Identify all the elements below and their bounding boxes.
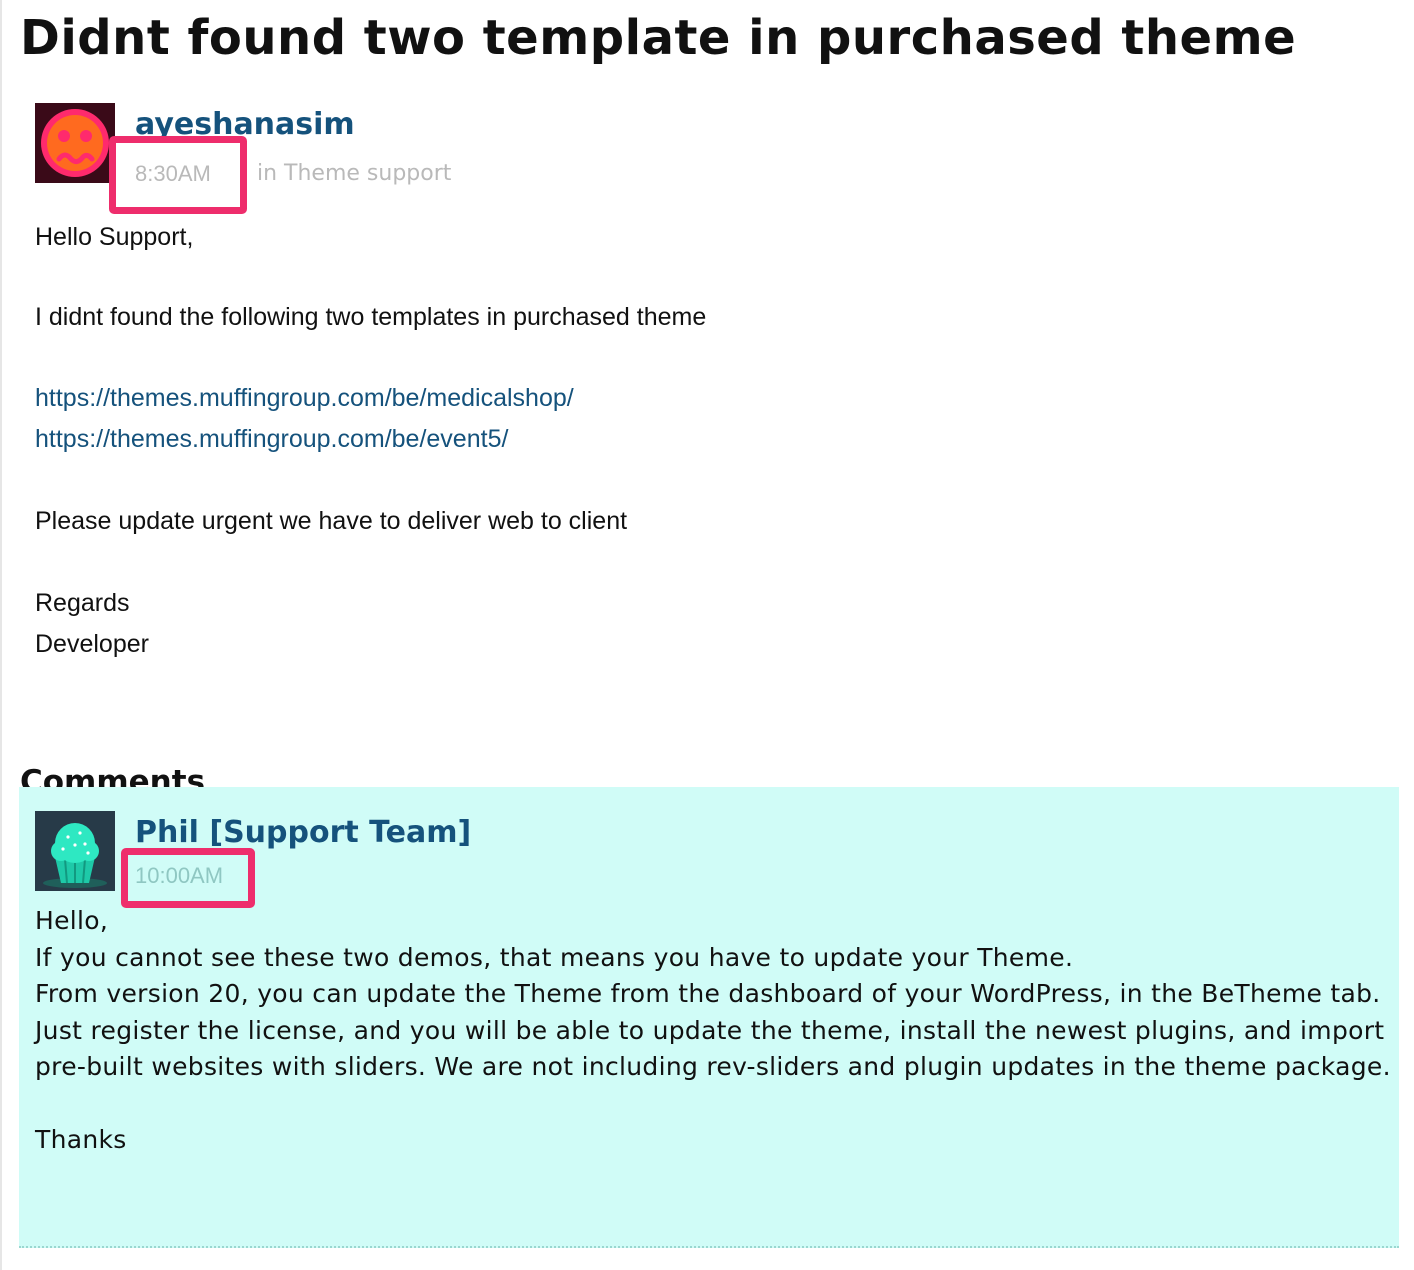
comment-line: Just register the license, and you will … — [35, 1015, 1385, 1045]
comment-line: Hello, — [35, 906, 109, 935]
post-signoff: Regards — [35, 589, 130, 617]
comment-line: From version 20, you can update the Them… — [35, 979, 1381, 1008]
post-link-medicalshop[interactable]: https://themes.muffingroup.com/be/medica… — [35, 378, 574, 419]
comment-item: Phil [Support Team] 10:00AM Hello, If yo… — [19, 787, 1399, 1248]
comment-line: If you cannot see these two demos, that … — [35, 942, 1074, 972]
sad-face-avatar-icon[interactable] — [35, 103, 115, 183]
comment-body: Hello, If you cannot see these two demos… — [35, 903, 1391, 1159]
post-link-event5[interactable]: https://themes.muffingroup.com/be/event5… — [35, 419, 508, 460]
page-border — [0, 0, 2, 1270]
comment-time-highlight — [121, 848, 255, 908]
post-time-highlight — [109, 136, 247, 214]
cupcake-avatar-icon[interactable] — [35, 811, 115, 891]
post-request: Please update urgent we have to deliver … — [35, 507, 628, 535]
comment-line: pre-built websites with sliders. We are … — [35, 1052, 1391, 1081]
post-signature: Developer — [35, 630, 149, 658]
post-paragraph: I didnt found the following two template… — [35, 303, 707, 331]
comment-line: Thanks — [35, 1125, 127, 1154]
comment-spacer — [35, 1086, 1391, 1123]
post-category[interactable]: in Theme support — [257, 161, 451, 186]
post-greeting: Hello Support, — [35, 223, 194, 251]
page-title: Didnt found two template in purchased th… — [20, 10, 1297, 66]
comment-author-link[interactable]: Phil [Support Team] — [135, 815, 471, 850]
